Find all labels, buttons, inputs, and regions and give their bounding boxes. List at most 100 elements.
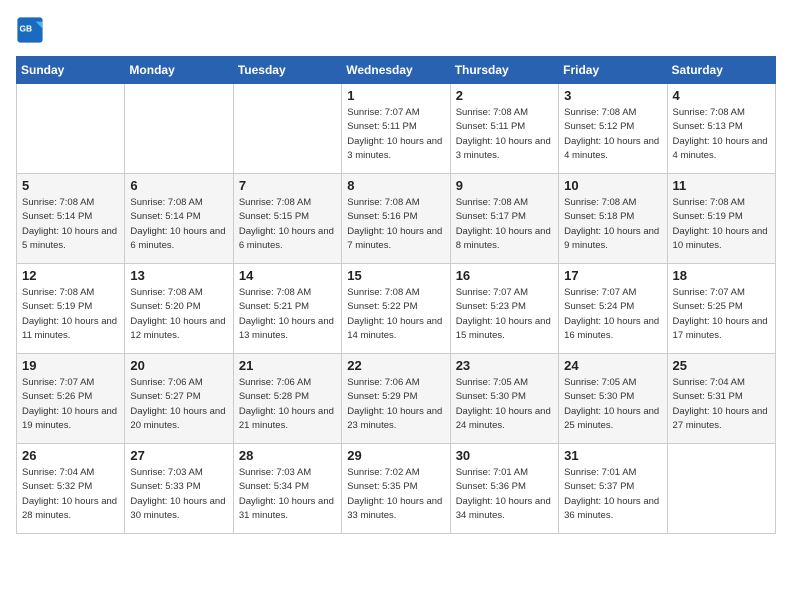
day-info: Sunrise: 7:02 AMSunset: 5:35 PMDaylight:…: [347, 466, 444, 523]
day-number: 27: [130, 448, 227, 463]
day-number: 19: [22, 358, 119, 373]
logo-icon: GB: [16, 16, 44, 44]
day-info: Sunrise: 7:08 AMSunset: 5:20 PMDaylight:…: [130, 286, 227, 343]
day-info: Sunrise: 7:08 AMSunset: 5:21 PMDaylight:…: [239, 286, 336, 343]
day-number: 8: [347, 178, 444, 193]
weekday-header: Thursday: [450, 57, 558, 84]
day-info: Sunrise: 7:08 AMSunset: 5:11 PMDaylight:…: [456, 106, 553, 163]
weekday-header: Saturday: [667, 57, 775, 84]
calendar-cell: 1Sunrise: 7:07 AMSunset: 5:11 PMDaylight…: [342, 84, 450, 174]
day-number: 6: [130, 178, 227, 193]
calendar-cell: 23 Sunrise: 7:05 AMSunset: 5:30 PMDayligh…: [450, 354, 558, 444]
day-info: Sunrise: 7:03 AMSunset: 5:34 PMDaylight:…: [239, 466, 336, 523]
calendar-cell: 21 Sunrise: 7:06 AMSunset: 5:28 PMDayligh…: [233, 354, 341, 444]
day-number: 3: [564, 88, 661, 103]
day-info: Sunrise: 7:06 AMSunset: 5:27 PMDaylight:…: [130, 376, 227, 433]
calendar-cell: 30 Sunrise: 7:01 AMSunset: 5:36 PMDayligh…: [450, 444, 558, 534]
weekday-header-row: SundayMondayTuesdayWednesdayThursdayFrid…: [17, 57, 776, 84]
calendar-cell: 16 Sunrise: 7:07 AMSunset: 5:23 PMDayligh…: [450, 264, 558, 354]
day-info: Sunrise: 7:08 AMSunset: 5:14 PMDaylight:…: [22, 196, 119, 253]
weekday-header: Tuesday: [233, 57, 341, 84]
day-number: 12: [22, 268, 119, 283]
calendar-cell: 27Sunrise: 7:03 AMSunset: 5:33 PMDayligh…: [125, 444, 233, 534]
day-number: 30: [456, 448, 553, 463]
calendar-cell: 3 Sunrise: 7:08 AMSunset: 5:12 PMDaylight…: [559, 84, 667, 174]
calendar-cell: [233, 84, 341, 174]
page-header: GB: [16, 16, 776, 44]
calendar-cell: 17Sunrise: 7:07 AMSunset: 5:24 PMDayligh…: [559, 264, 667, 354]
calendar-cell: 15 Sunrise: 7:08 AMSunset: 5:22 PMDayligh…: [342, 264, 450, 354]
day-number: 23: [456, 358, 553, 373]
calendar-cell: 7Sunrise: 7:08 AMSunset: 5:15 PMDaylight…: [233, 174, 341, 264]
day-number: 29: [347, 448, 444, 463]
day-info: Sunrise: 7:06 AMSunset: 5:28 PMDaylight:…: [239, 376, 336, 433]
calendar-cell: 12 Sunrise: 7:08 AMSunset: 5:19 PMDayligh…: [17, 264, 125, 354]
calendar-cell: 29 Sunrise: 7:02 AMSunset: 5:35 PMDayligh…: [342, 444, 450, 534]
day-info: Sunrise: 7:08 AMSunset: 5:17 PMDaylight:…: [456, 196, 553, 253]
weekday-header: Wednesday: [342, 57, 450, 84]
day-info: Sunrise: 7:07 AMSunset: 5:26 PMDaylight:…: [22, 376, 119, 433]
calendar-body: 1Sunrise: 7:07 AMSunset: 5:11 PMDaylight…: [17, 84, 776, 534]
day-info: Sunrise: 7:08 AMSunset: 5:12 PMDaylight:…: [564, 106, 661, 163]
day-number: 17: [564, 268, 661, 283]
calendar-cell: 25 Sunrise: 7:04 AMSunset: 5:31 PMDayligh…: [667, 354, 775, 444]
day-info: Sunrise: 7:08 AMSunset: 5:22 PMDaylight:…: [347, 286, 444, 343]
day-info: Sunrise: 7:01 AMSunset: 5:36 PMDaylight:…: [456, 466, 553, 523]
calendar-cell: 10Sunrise: 7:08 AMSunset: 5:18 PMDayligh…: [559, 174, 667, 264]
weekday-header: Sunday: [17, 57, 125, 84]
day-number: 21: [239, 358, 336, 373]
day-info: Sunrise: 7:05 AMSunset: 5:30 PMDaylight:…: [564, 376, 661, 433]
day-info: Sunrise: 7:08 AMSunset: 5:16 PMDaylight:…: [347, 196, 444, 253]
day-info: Sunrise: 7:08 AMSunset: 5:14 PMDaylight:…: [130, 196, 227, 253]
day-info: Sunrise: 7:01 AMSunset: 5:37 PMDaylight:…: [564, 466, 661, 523]
calendar-cell: 6 Sunrise: 7:08 AMSunset: 5:14 PMDaylight…: [125, 174, 233, 264]
calendar-week-row: 26 Sunrise: 7:04 AMSunset: 5:32 PMDayligh…: [17, 444, 776, 534]
calendar-cell: 11Sunrise: 7:08 AMSunset: 5:19 PMDayligh…: [667, 174, 775, 264]
weekday-header: Friday: [559, 57, 667, 84]
day-number: 18: [673, 268, 770, 283]
day-number: 9: [456, 178, 553, 193]
calendar-week-row: 5Sunrise: 7:08 AMSunset: 5:14 PMDaylight…: [17, 174, 776, 264]
calendar-cell: [667, 444, 775, 534]
day-info: Sunrise: 7:04 AMSunset: 5:32 PMDaylight:…: [22, 466, 119, 523]
calendar-table: SundayMondayTuesdayWednesdayThursdayFrid…: [16, 56, 776, 534]
calendar-cell: 13 Sunrise: 7:08 AMSunset: 5:20 PMDayligh…: [125, 264, 233, 354]
calendar-cell: 28 Sunrise: 7:03 AMSunset: 5:34 PMDayligh…: [233, 444, 341, 534]
calendar-cell: 31 Sunrise: 7:01 AMSunset: 5:37 PMDayligh…: [559, 444, 667, 534]
calendar-cell: 20 Sunrise: 7:06 AMSunset: 5:27 PMDayligh…: [125, 354, 233, 444]
calendar-cell: 4Sunrise: 7:08 AMSunset: 5:13 PMDaylight…: [667, 84, 775, 174]
day-number: 10: [564, 178, 661, 193]
calendar-cell: 2Sunrise: 7:08 AMSunset: 5:11 PMDaylight…: [450, 84, 558, 174]
day-number: 15: [347, 268, 444, 283]
calendar-cell: 18 Sunrise: 7:07 AMSunset: 5:25 PMDayligh…: [667, 264, 775, 354]
day-number: 20: [130, 358, 227, 373]
day-number: 31: [564, 448, 661, 463]
weekday-header: Monday: [125, 57, 233, 84]
day-info: Sunrise: 7:06 AMSunset: 5:29 PMDaylight:…: [347, 376, 444, 433]
day-number: 25: [673, 358, 770, 373]
day-info: Sunrise: 7:07 AMSunset: 5:23 PMDaylight:…: [456, 286, 553, 343]
calendar-cell: 9 Sunrise: 7:08 AMSunset: 5:17 PMDaylight…: [450, 174, 558, 264]
day-info: Sunrise: 7:08 AMSunset: 5:19 PMDaylight:…: [22, 286, 119, 343]
day-number: 16: [456, 268, 553, 283]
day-info: Sunrise: 7:08 AMSunset: 5:19 PMDaylight:…: [673, 196, 770, 253]
day-info: Sunrise: 7:04 AMSunset: 5:31 PMDaylight:…: [673, 376, 770, 433]
day-number: 4: [673, 88, 770, 103]
day-number: 24: [564, 358, 661, 373]
calendar-cell: 5Sunrise: 7:08 AMSunset: 5:14 PMDaylight…: [17, 174, 125, 264]
calendar-week-row: 1Sunrise: 7:07 AMSunset: 5:11 PMDaylight…: [17, 84, 776, 174]
day-info: Sunrise: 7:07 AMSunset: 5:11 PMDaylight:…: [347, 106, 444, 163]
day-info: Sunrise: 7:08 AMSunset: 5:15 PMDaylight:…: [239, 196, 336, 253]
calendar-cell: [125, 84, 233, 174]
calendar-week-row: 19 Sunrise: 7:07 AMSunset: 5:26 PMDayligh…: [17, 354, 776, 444]
calendar-cell: [17, 84, 125, 174]
calendar-cell: 26 Sunrise: 7:04 AMSunset: 5:32 PMDayligh…: [17, 444, 125, 534]
day-number: 13: [130, 268, 227, 283]
day-info: Sunrise: 7:07 AMSunset: 5:25 PMDaylight:…: [673, 286, 770, 343]
day-number: 28: [239, 448, 336, 463]
day-number: 26: [22, 448, 119, 463]
calendar-cell: 19 Sunrise: 7:07 AMSunset: 5:26 PMDayligh…: [17, 354, 125, 444]
day-number: 22: [347, 358, 444, 373]
day-info: Sunrise: 7:05 AMSunset: 5:30 PMDaylight:…: [456, 376, 553, 433]
calendar-cell: 22 Sunrise: 7:06 AMSunset: 5:29 PMDayligh…: [342, 354, 450, 444]
